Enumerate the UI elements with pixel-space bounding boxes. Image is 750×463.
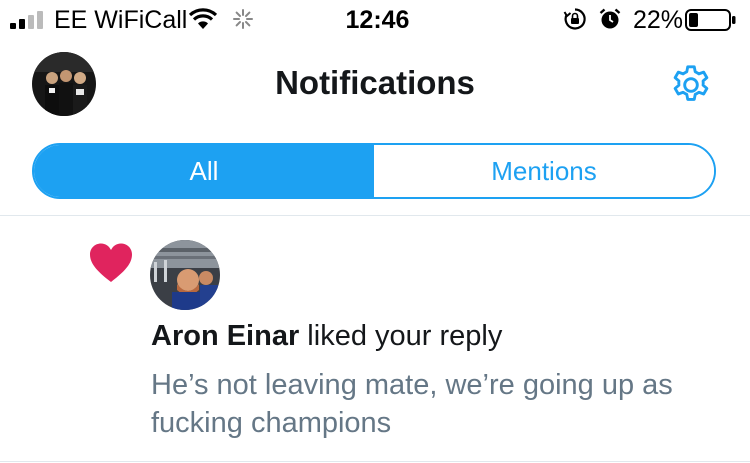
- profile-avatar[interactable]: [32, 52, 96, 116]
- signal-icon: [10, 11, 43, 29]
- notification-action: liked your reply: [299, 320, 503, 352]
- battery-icon: [685, 9, 736, 31]
- user-name[interactable]: Aron Einar: [151, 320, 299, 352]
- page-title: Notifications: [275, 64, 475, 101]
- gear-icon[interactable]: [668, 62, 714, 108]
- user-avatar[interactable]: [150, 240, 220, 310]
- divider: [0, 461, 750, 462]
- notification-text: Aron Einar liked your reply: [151, 320, 502, 353]
- divider: [0, 215, 750, 216]
- liked-tweet-text[interactable]: He’s not leaving mate, we’re going up as…: [151, 366, 711, 442]
- clock-time: 12:46: [345, 6, 410, 34]
- tab-mentions[interactable]: Mentions: [374, 145, 714, 197]
- wifi-icon: [188, 8, 218, 29]
- status-bar: EE WiFiCall 12:46 22%: [0, 0, 750, 40]
- battery-percent: 22%: [633, 6, 684, 34]
- tab-all[interactable]: All: [34, 145, 374, 197]
- notification-filter-tabs: All Mentions: [32, 143, 716, 199]
- carrier-name: EE WiFiCall: [54, 6, 188, 34]
- alarm-icon: [599, 8, 621, 29]
- rotation-lock-icon: [563, 8, 586, 30]
- heart-icon: [90, 243, 132, 282]
- activity-spinner-icon: [233, 9, 253, 29]
